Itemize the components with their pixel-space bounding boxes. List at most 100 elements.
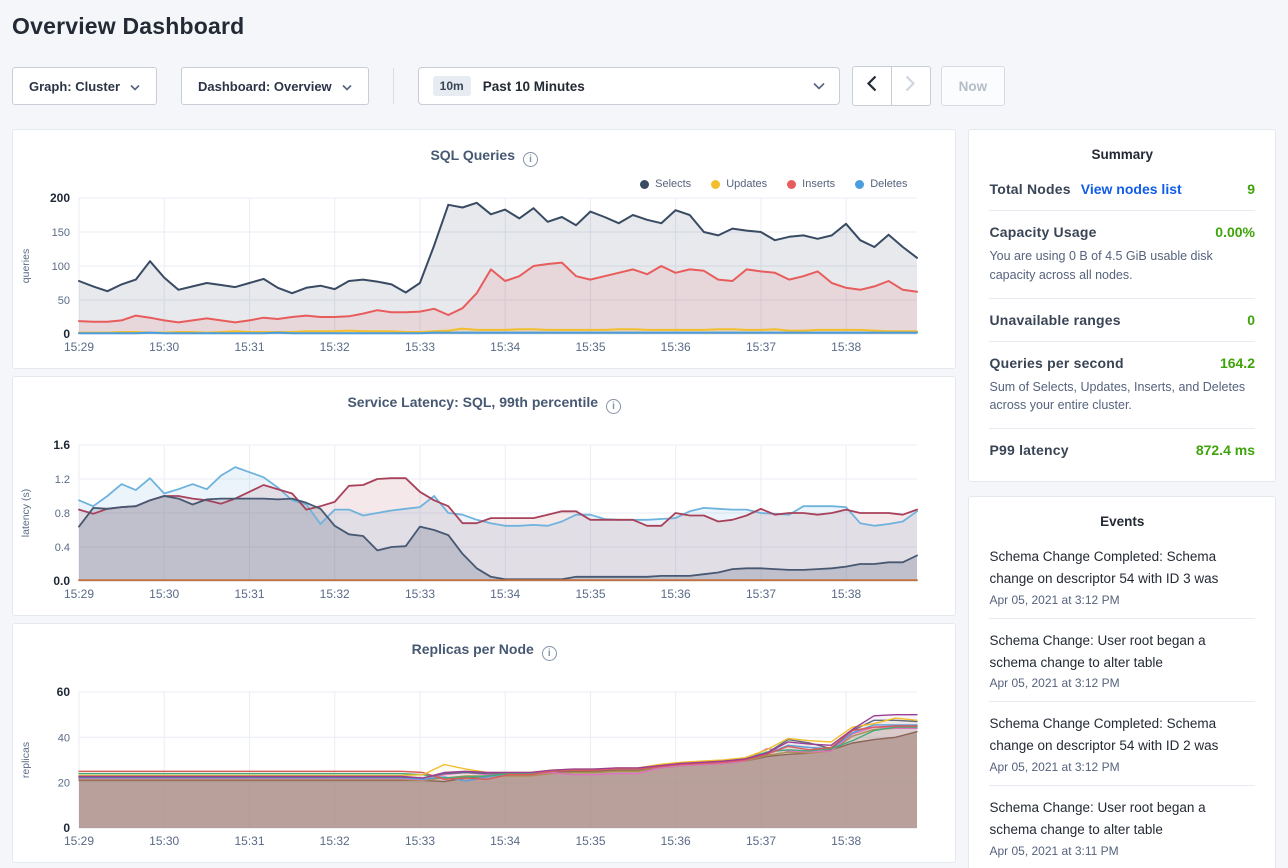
summary-item: Queries per second 164.2 Sum of Selects, U… [989,342,1255,430]
summary-item-value: 9 [1247,181,1255,197]
chevron-left-icon [866,75,877,97]
info-icon[interactable]: i [542,646,557,661]
svg-text:15:34: 15:34 [490,834,520,848]
events-panel: Events Schema Change Completed: Schema c… [968,496,1276,868]
summary-item-value: 164.2 [1220,355,1255,371]
svg-text:1.2: 1.2 [55,474,70,486]
event-item: Schema Change Completed: Schema change o… [989,702,1255,786]
event-timestamp: Apr 05, 2021 at 3:12 PM [989,760,1255,774]
svg-text:1.6: 1.6 [53,438,70,452]
charts-column: SQL Queriesi SelectsUpdatesInsertsDelete… [12,129,956,868]
svg-text:0.8: 0.8 [55,508,70,520]
event-text: Schema Change Completed: Schema change o… [989,546,1255,590]
summary-item: Capacity Usage 0.00% You are using 0 B of … [989,211,1255,299]
svg-text:0.0: 0.0 [53,574,70,588]
svg-text:15:33: 15:33 [405,587,435,601]
svg-text:15:34: 15:34 [490,340,520,354]
svg-text:15:37: 15:37 [746,587,776,601]
svg-text:15:31: 15:31 [234,587,264,601]
page-title: Overview Dashboard [0,0,1288,40]
svg-text:20: 20 [58,778,70,790]
next-time-button[interactable] [891,66,931,106]
svg-text:0: 0 [63,327,70,341]
svg-text:200: 200 [50,191,70,205]
summary-item-value: 0.00% [1215,224,1255,240]
event-timestamp: Apr 05, 2021 at 3:12 PM [989,593,1255,607]
svg-text:0: 0 [63,821,70,835]
svg-text:15:29: 15:29 [64,340,94,354]
summary-item-label: Queries per second [989,355,1123,371]
summary-item-value: 0 [1247,312,1255,328]
chart-title: Service Latency: SQL, 99th percentile [347,394,598,410]
replicas-per-node-chart[interactable]: 15:2915:3015:3115:3215:3315:3415:3515:36… [13,682,959,862]
toolbar-divider [393,68,394,104]
view-nodes-link[interactable]: View nodes list [1081,181,1182,197]
svg-text:15:30: 15:30 [149,340,179,354]
prev-time-button[interactable] [852,66,892,106]
svg-text:queries: queries [20,249,32,283]
summary-item: Total Nodes View nodes list 9 [989,168,1255,211]
event-timestamp: Apr 05, 2021 at 3:12 PM [989,676,1255,690]
main-content: SQL Queriesi SelectsUpdatesInsertsDelete… [0,129,1288,868]
service-latency-chart[interactable]: 15:2915:3015:3115:3215:3315:3415:3515:36… [13,435,959,615]
svg-text:15:37: 15:37 [746,834,776,848]
svg-text:60: 60 [57,685,71,699]
svg-text:15:37: 15:37 [746,340,776,354]
svg-text:15:35: 15:35 [575,834,605,848]
graph-dropdown[interactable]: Graph: Cluster [12,67,157,105]
svg-text:15:35: 15:35 [575,340,605,354]
sql-queries-chart[interactable]: 15:29 15:30 15:31 15:32 15:33 15:34 15:35 15:36… [13,188,959,368]
summary-panel: Summary Total NodesView nodes list9Capac… [968,129,1276,482]
chart-title: SQL Queries [430,147,515,163]
svg-text:15:30: 15:30 [149,587,179,601]
sql-queries-chart-card: SQL Queriesi SelectsUpdatesInsertsDelete… [12,129,956,369]
svg-text:15:32: 15:32 [320,340,350,354]
chevron-down-icon [130,79,140,94]
toolbar: Graph: Cluster Dashboard: Overview 10m P… [12,66,1276,106]
svg-text:15:38: 15:38 [831,587,861,601]
summary-item-label: Capacity Usage [989,224,1096,240]
time-range-selector[interactable]: 10m Past 10 Minutes [418,67,840,105]
svg-text:15:36: 15:36 [661,340,691,354]
chart-title-row: Service Latency: SQL, 99th percentile i [13,394,955,414]
service-latency-chart-card: Service Latency: SQL, 99th percentile i 1… [12,376,956,616]
event-text: Schema Change: User root began a schema … [989,797,1255,841]
svg-text:15:35: 15:35 [575,587,605,601]
svg-text:15:31: 15:31 [234,340,264,354]
event-text: Schema Change: User root began a schema … [989,630,1255,674]
event-timestamp: Apr 05, 2021 at 3:11 PM [989,844,1255,858]
summary-item-subtext: Sum of Selects, Updates, Inserts, and De… [989,378,1255,416]
time-range-badge: 10m [433,76,471,96]
svg-text:15:38: 15:38 [831,834,861,848]
svg-text:0.4: 0.4 [55,542,70,554]
event-text: Schema Change Completed: Schema change o… [989,713,1255,757]
svg-text:15:31: 15:31 [234,834,264,848]
svg-text:15:36: 15:36 [661,834,691,848]
chevron-down-icon [813,77,825,95]
time-range-label: Past 10 Minutes [483,79,585,94]
chart-title-row: Replicas per Nodei [13,641,955,661]
svg-text:15:33: 15:33 [405,340,435,354]
svg-text:15:33: 15:33 [405,834,435,848]
events-title: Events [989,514,1255,535]
svg-text:latency (s): latency (s) [20,489,32,537]
svg-text:15:29: 15:29 [64,834,94,848]
svg-text:15:36: 15:36 [661,587,691,601]
event-item: Schema Change: User root began a schema … [989,619,1255,703]
summary-item: P99 latency872.4 ms [989,429,1255,471]
svg-text:15:30: 15:30 [149,834,179,848]
now-button[interactable]: Now [941,66,1006,106]
summary-item-subtext: You are using 0 B of 4.5 GiB usable disk… [989,247,1255,285]
chart-title-row: SQL Queries i [13,147,955,167]
svg-text:15:29: 15:29 [64,587,94,601]
summary-item-label: Total Nodes [989,181,1070,197]
dashboard-dropdown[interactable]: Dashboard: Overview [181,67,369,105]
summary-items: Total Nodes View nodes list 9 Capacity Usag… [989,168,1255,471]
side-column: Summary Total NodesView nodes list9Capac… [968,129,1276,868]
summary-item-value: 872.4 ms [1196,442,1255,458]
chevron-down-icon [342,79,352,94]
svg-text:15:34: 15:34 [490,587,520,601]
info-icon[interactable]: i [606,399,621,414]
info-icon[interactable]: i [523,152,538,167]
svg-text:150: 150 [52,227,70,239]
